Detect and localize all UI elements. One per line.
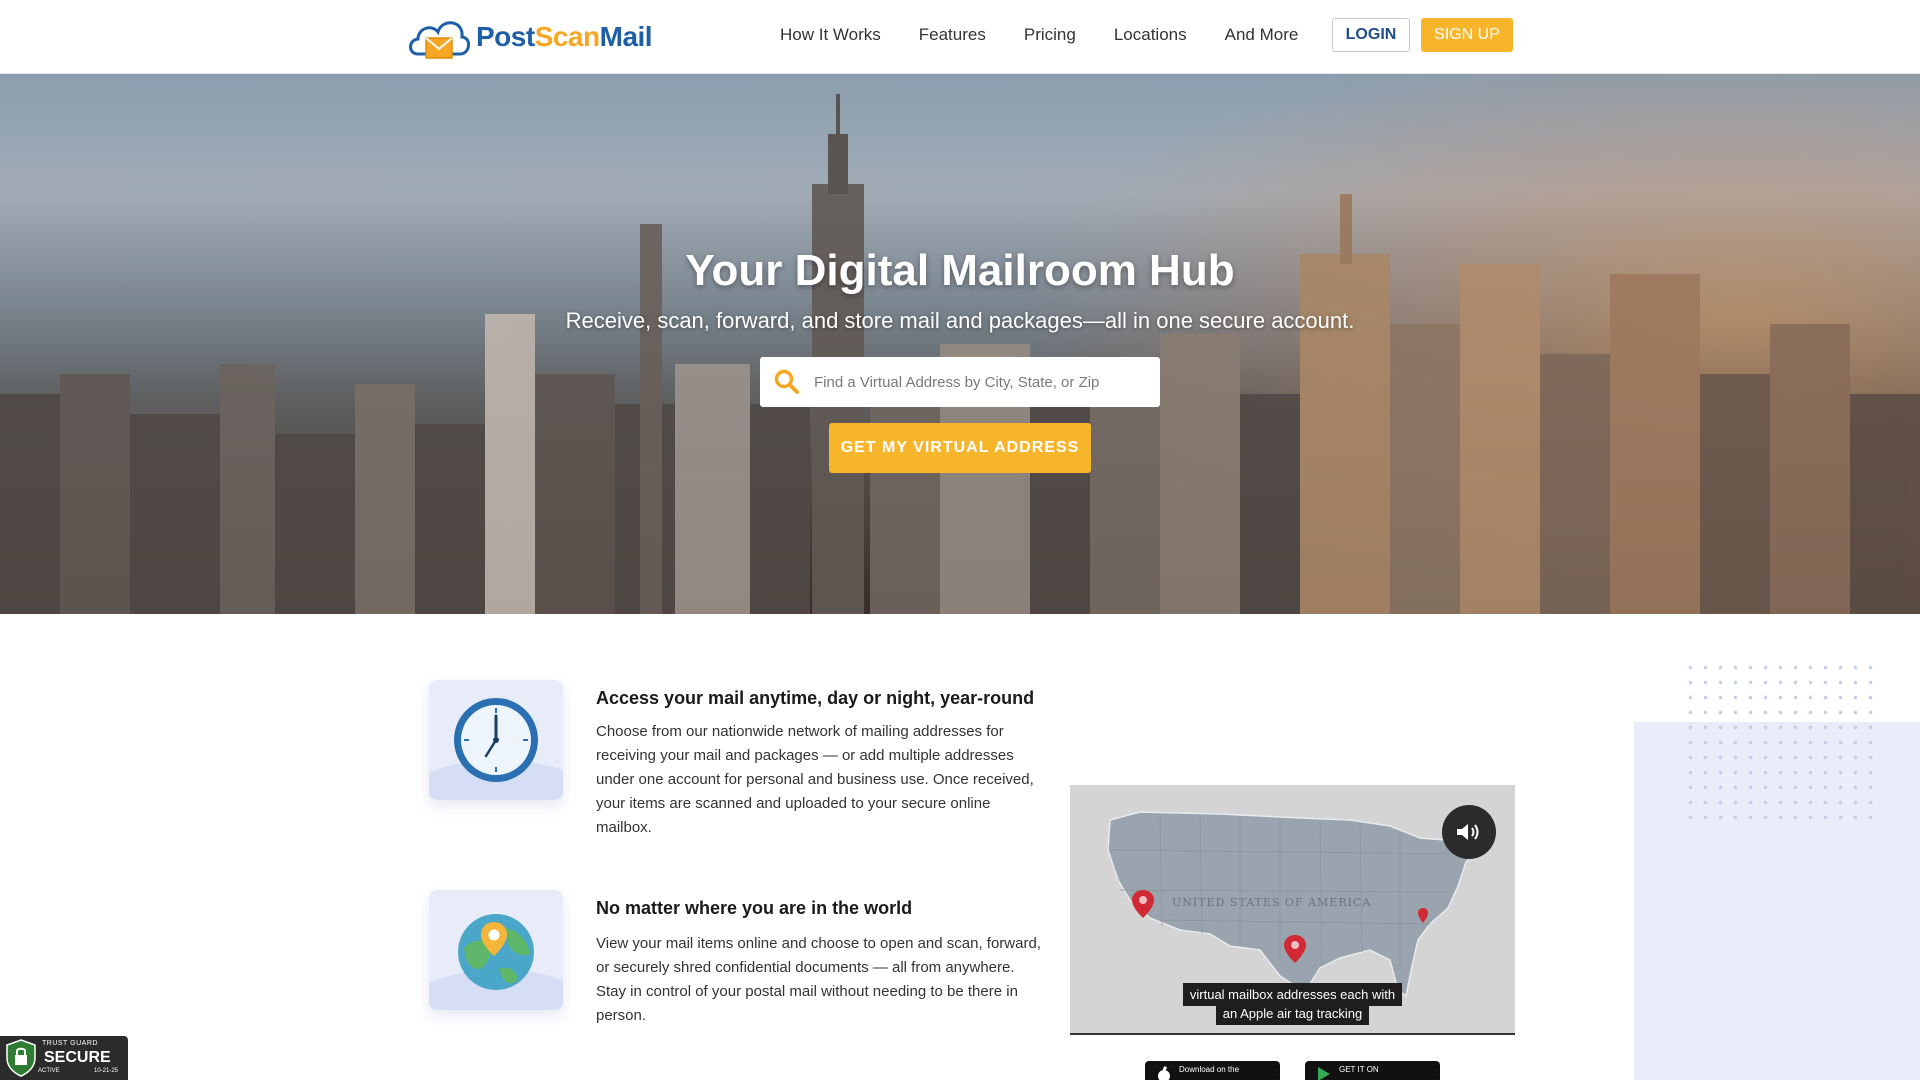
address-search-box[interactable]	[760, 357, 1160, 407]
nav-locations[interactable]: Locations	[1114, 25, 1187, 45]
shield-lock-icon	[6, 1039, 36, 1077]
globe-pin-icon	[458, 914, 534, 990]
search-icon	[760, 357, 814, 407]
decorative-dots	[1683, 660, 1883, 830]
hero-subtitle: Receive, scan, forward, and store mail a…	[565, 308, 1355, 333]
brand-name: PostScanMail	[476, 21, 653, 52]
address-search-input[interactable]	[814, 362, 1134, 402]
app-store-badge[interactable]: Download on the	[1145, 1061, 1280, 1080]
map-country-label: UNITED STATES OF AMERICA	[1172, 896, 1372, 909]
hero-overlay	[0, 74, 1920, 614]
speaker-icon	[1457, 824, 1479, 840]
nav-how-it-works[interactable]: How It Works	[780, 25, 881, 45]
sound-toggle-button[interactable]	[1442, 805, 1496, 859]
feature-text-access: Choose from our nationwide network of ma…	[596, 723, 1034, 836]
trust-guard-seal[interactable]: TRUST GUARD SECURE ACTIVE 10-21-25	[0, 1036, 128, 1080]
nav-and-more[interactable]: And More	[1225, 25, 1299, 45]
clock-icon	[454, 698, 538, 782]
feature-icon-card	[429, 890, 563, 1010]
login-button[interactable]: LOGIN	[1332, 18, 1410, 52]
google-play-icon	[1318, 1067, 1330, 1080]
hero-section: Your Digital Mailroom Hub Receive, scan,…	[0, 74, 1920, 614]
get-virtual-address-button[interactable]: GET MY VIRTUAL ADDRESS	[829, 423, 1091, 473]
main-nav: How It Works Features Pricing Locations …	[780, 0, 1336, 70]
video-caption-line2: an Apple air tag tracking	[1070, 1002, 1515, 1025]
nav-features[interactable]: Features	[919, 25, 986, 45]
feature-title-worldwide: No matter where you are in the world	[596, 898, 913, 918]
feature-title-access: Access your mail anytime, day or night, …	[596, 688, 1035, 708]
logo[interactable]: PostScanMail	[406, 12, 653, 62]
us-map-video[interactable]: UNITED STATES OF AMERICA virtual mailbox…	[1070, 785, 1515, 1035]
feature-text-worldwide: View your mail items online and choose t…	[596, 935, 1041, 1024]
hero-title: Your Digital Mailroom Hub	[685, 246, 1235, 295]
cloud-envelope-logo-icon	[409, 21, 470, 59]
signup-button[interactable]: SIGN UP	[1421, 18, 1513, 52]
apple-icon	[1158, 1066, 1170, 1080]
google-play-badge[interactable]: GET IT ON	[1305, 1061, 1440, 1080]
feature-icon-card	[429, 680, 563, 800]
site-header: PostScanMail How It Works Features Prici…	[0, 0, 1920, 74]
nav-pricing[interactable]: Pricing	[1024, 25, 1076, 45]
